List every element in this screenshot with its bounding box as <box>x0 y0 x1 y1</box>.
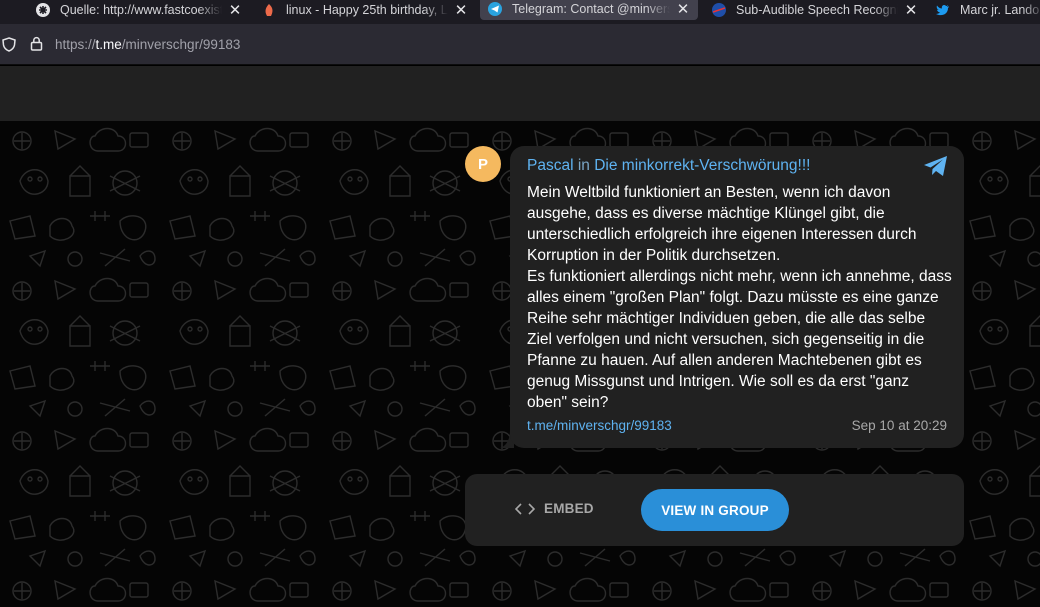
view-in-group-label: VIEW IN GROUP <box>661 502 769 518</box>
code-icon <box>515 502 535 515</box>
tab-title: Telegram: Contact @minverschgr <box>512 2 670 16</box>
close-icon[interactable]: ✕ <box>676 0 690 18</box>
message-header: Pascal in Die minkorrekt-Verschwörung!!! <box>527 157 810 175</box>
tab-linux[interactable]: linux - Happy 25th birthday, Linux ✕ <box>262 0 468 20</box>
nasa-icon <box>712 3 726 17</box>
url-host: t.me <box>95 37 122 52</box>
tab-telegram-active[interactable]: Telegram: Contact @minverschgr ✕ <box>480 0 698 20</box>
message-date: Sep 10 at 20:29 <box>851 418 947 433</box>
tab-sub-audible[interactable]: Sub-Audible Speech Recognition ✕ <box>712 0 918 20</box>
close-icon[interactable]: ✕ <box>228 1 242 19</box>
message-link[interactable]: t.me/minverschgr/99183 <box>527 418 672 433</box>
browser-tab-bar: Quelle: http://www.fastcoexist.com ✕ lin… <box>0 0 1040 24</box>
actions-panel: EMBED VIEW IN GROUP <box>465 474 964 546</box>
shield-icon[interactable] <box>2 37 16 57</box>
message-paragraph: Mein Weltbild funktioniert an Besten, we… <box>527 184 917 264</box>
author-name[interactable]: Pascal <box>527 157 574 174</box>
lock-icon[interactable] <box>30 36 43 56</box>
message-paragraph: Es funktioniert allerdings nicht mehr, w… <box>527 268 952 411</box>
telegram-header <box>0 66 1040 121</box>
message-text: Mein Weltbild funktioniert an Besten, we… <box>527 182 952 413</box>
tab-title: linux - Happy 25th birthday, Linux <box>286 3 448 17</box>
tab-favicon-icon <box>262 3 276 17</box>
url-bar[interactable]: https://t.me/minverschgr/99183 <box>0 24 1040 65</box>
close-icon[interactable]: ✕ <box>904 1 918 19</box>
tab-favicon-icon <box>36 3 50 17</box>
embed-label: EMBED <box>544 501 594 516</box>
avatar[interactable]: P <box>465 146 501 182</box>
telegram-icon <box>488 2 502 16</box>
tab-title: Sub-Audible Speech Recognition <box>736 3 898 17</box>
url-path: /minverschgr/99183 <box>121 37 241 52</box>
message-bubble: Pascal in Die minkorrekt-Verschwörung!!!… <box>510 146 964 448</box>
close-icon[interactable]: ✕ <box>454 1 468 19</box>
avatar-letter: P <box>477 155 488 173</box>
view-in-group-button[interactable]: VIEW IN GROUP <box>641 489 789 531</box>
tab-fastcoexist[interactable]: Quelle: http://www.fastcoexist.com ✕ <box>36 0 242 20</box>
tab-title: Marc jr. Landolt <box>960 3 1040 17</box>
group-name[interactable]: Die minkorrekt-Verschwörung!!! <box>594 157 810 174</box>
url-scheme: https:// <box>55 37 96 52</box>
embed-button[interactable]: EMBED <box>515 501 594 516</box>
twitter-icon <box>936 3 950 17</box>
telegram-logo-icon <box>923 155 949 182</box>
tab-title: Quelle: http://www.fastcoexist.com <box>60 3 222 17</box>
tab-twitter[interactable]: Marc jr. Landolt <box>936 0 1040 20</box>
in-word: in <box>577 157 590 174</box>
url-text[interactable]: https://t.me/minverschgr/99183 <box>55 37 240 52</box>
